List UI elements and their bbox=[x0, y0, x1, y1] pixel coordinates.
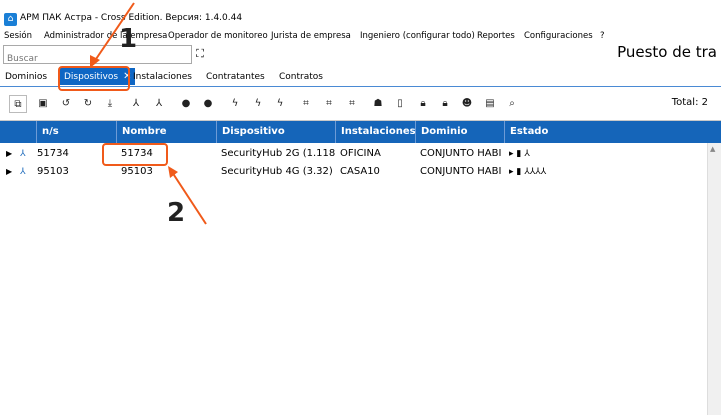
annotation-number-1: 1 bbox=[119, 24, 138, 54]
app-icon: ⌂ bbox=[4, 13, 17, 26]
cell-estado: ▸ ▮ ⅄ bbox=[509, 149, 530, 159]
search-icon[interactable]: ⌕ bbox=[503, 95, 521, 113]
cell-dispositivo: SecurityHub 4G (3.32) bbox=[221, 166, 333, 177]
expand-icon[interactable]: ▶ bbox=[6, 163, 12, 181]
workplace-label: Puesto de tra bbox=[617, 43, 717, 61]
column-header-instalaciones[interactable]: Instalaciones bbox=[336, 121, 416, 143]
column-header-dispositivo[interactable]: Dispositivo bbox=[217, 121, 336, 143]
column-header-selector[interactable] bbox=[0, 121, 37, 143]
tab-dominios[interactable]: Dominios bbox=[5, 69, 47, 85]
group-edit-icon[interactable]: ⌗ bbox=[320, 95, 338, 113]
annotation-box-cell bbox=[102, 143, 168, 166]
users-icon[interactable]: ☻ bbox=[458, 95, 476, 113]
toolbar: ⧉ ▣ ↺ ↻ ⤓ ⅄ ⅄ ● ● ϟ ϟ ϟ ⌗ ⌗ ⌗ ☗ ▯ 🔒︎ 🔒︎ … bbox=[0, 91, 721, 117]
group-remove-icon[interactable]: ⌗ bbox=[343, 95, 361, 113]
menu-ingeniero[interactable]: Ingeniero (configurar todo) bbox=[360, 31, 475, 41]
menu-bar: Sesión Administrador de la empresa Opera… bbox=[0, 30, 721, 44]
total-count: Total: 2 bbox=[671, 97, 708, 108]
tab-contratantes[interactable]: Contratantes bbox=[206, 69, 265, 85]
timer-icon[interactable]: ↻ bbox=[79, 95, 97, 113]
lock-user-icon[interactable]: 🔒︎ bbox=[436, 95, 454, 113]
phone-icon[interactable]: ▯ bbox=[391, 95, 409, 113]
network-remove-icon[interactable]: ⅄ bbox=[150, 95, 168, 113]
column-header-dominio[interactable]: Dominio bbox=[416, 121, 505, 143]
lock-icon[interactable]: 🔒︎ bbox=[414, 95, 432, 113]
menu-administrador[interactable]: Administrador de la empresa bbox=[44, 31, 167, 41]
tab-contratos[interactable]: Contratos bbox=[279, 69, 323, 85]
menu-reportes[interactable]: Reportes bbox=[477, 31, 515, 41]
zone-remove-icon[interactable]: ϟ bbox=[271, 95, 289, 113]
title-bar: ⌂ АРМ ПАК Астра - Cross Edition. Версия:… bbox=[0, 0, 721, 30]
panel-icon[interactable]: ▤ bbox=[481, 95, 499, 113]
search-input[interactable] bbox=[4, 51, 190, 67]
menu-operador[interactable]: Operador de monitoreo bbox=[168, 31, 268, 41]
search-box bbox=[3, 45, 192, 67]
zone-edit-icon[interactable]: ϟ bbox=[249, 95, 267, 113]
copy-icon[interactable]: ⧉ bbox=[9, 95, 27, 113]
window-title: АРМ ПАК Астра - Cross Edition. Версия: 1… bbox=[20, 13, 243, 23]
cell-instalacion: OFICINA bbox=[340, 148, 381, 159]
scroll-up-icon[interactable]: ▲ bbox=[710, 145, 715, 153]
device-icon[interactable]: ▣ bbox=[34, 95, 52, 113]
network-add-icon[interactable]: ⅄ bbox=[127, 95, 145, 113]
menu-sesion[interactable]: Sesión bbox=[4, 31, 32, 41]
annotation-number-2: 2 bbox=[167, 198, 186, 228]
zone-add-icon[interactable]: ϟ bbox=[226, 95, 244, 113]
column-header-nombre[interactable]: Nombre bbox=[117, 121, 217, 143]
column-header-ns[interactable]: n/s bbox=[37, 121, 117, 143]
menu-configuraciones[interactable]: Configuraciones bbox=[524, 31, 593, 41]
group-add-icon[interactable]: ⌗ bbox=[297, 95, 315, 113]
vertical-scrollbar[interactable]: ▲ bbox=[707, 143, 721, 415]
link-add-icon[interactable]: ● bbox=[177, 95, 195, 113]
user-device-icon[interactable]: ☗ bbox=[369, 95, 387, 113]
column-header-estado[interactable]: Estado bbox=[505, 121, 708, 143]
grid-header: n/s Nombre Dispositivo Instalaciones Dom… bbox=[0, 121, 721, 143]
reset-icon[interactable]: ↺ bbox=[57, 95, 75, 113]
link-remove-icon[interactable]: ● bbox=[199, 95, 217, 113]
cell-dispositivo: SecurityHub 2G (1.118) bbox=[221, 148, 336, 159]
cell-estado: ▸ ▮ ⅄⅄⅄⅄ bbox=[509, 167, 547, 177]
cell-dominio: CONJUNTO HABI bbox=[420, 148, 502, 159]
menu-help[interactable]: ? bbox=[600, 31, 605, 41]
download-icon[interactable]: ⤓ bbox=[101, 95, 119, 113]
annotation-box-tab bbox=[58, 66, 130, 91]
network-icon: ⅄ bbox=[20, 149, 26, 159]
scan-icon[interactable]: ⛶ bbox=[192, 46, 208, 62]
menu-jurista[interactable]: Jurista de empresa bbox=[271, 31, 351, 41]
cell-dominio: CONJUNTO HABI bbox=[420, 166, 502, 177]
tab-instalaciones[interactable]: Instalaciones bbox=[133, 69, 192, 85]
cell-instalacion: CASA10 bbox=[340, 166, 380, 177]
network-icon: ⅄ bbox=[20, 167, 26, 177]
expand-icon[interactable]: ▶ bbox=[6, 145, 12, 163]
